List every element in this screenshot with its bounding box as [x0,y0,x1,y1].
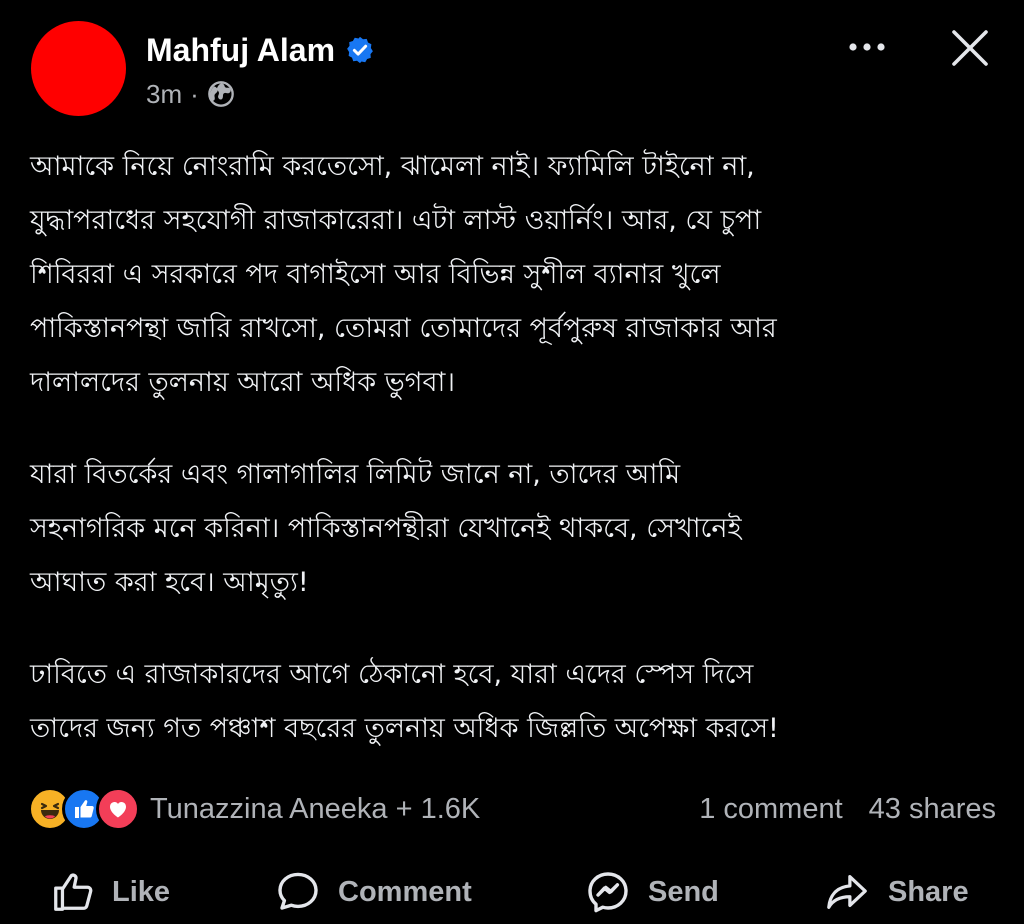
more-options-icon[interactable] [843,30,891,64]
verified-badge-icon [347,36,373,64]
meta-separator: · [190,78,199,109]
share-arrow-icon [827,875,867,909]
post-body: আমাকে নিয়ে নোংরামি করতেসো, ঝামেলা নাই। … [30,140,1000,794]
post-meta: 3m · [146,78,235,110]
comment-button[interactable]: Comment [274,866,472,918]
love-icon [96,787,140,831]
post-timestamp[interactable]: 3m [146,79,182,110]
post-paragraph-3: ঢাবিতে এ রাজাকারদের আগে ঠেকানো হবে, যারা… [30,659,779,744]
messenger-icon [588,872,628,913]
reaction-summary[interactable]: Tunazzina Aneeka + 1.6K [150,793,480,826]
reactions-summary-row: Tunazzina Aneeka + 1.6K 1 comment 43 sha… [28,784,996,834]
post-paragraph-2: যারা বিতর্কের এবং গালাগালির লিমিট জানে ন… [30,459,742,598]
share-label: Share [888,875,969,908]
post-action-bar: Like Comment Send Share [0,860,1024,924]
comment-count[interactable]: 1 comment [699,793,842,826]
share-count[interactable]: 43 shares [869,793,996,826]
like-button[interactable]: Like [50,866,170,918]
send-label: Send [648,875,719,908]
reaction-icons[interactable] [28,787,140,831]
engagement-counts: 1 comment 43 shares [699,793,996,826]
share-button[interactable]: Share [822,866,969,918]
author-avatar[interactable] [31,21,126,116]
author-name[interactable]: Mahfuj Alam [146,32,335,69]
globe-icon[interactable] [207,80,235,108]
like-label: Like [112,875,171,908]
post-paragraph-1: আমাকে নিয়ে নোংরামি করতেসো, ঝামেলা নাই। … [30,151,777,398]
thumbs-up-icon [54,873,93,911]
post-author: Mahfuj Alam [146,28,375,72]
close-icon[interactable] [948,26,992,70]
send-button[interactable]: Send [584,866,719,918]
comment-bubble-icon [278,872,318,910]
comment-label: Comment [338,875,472,908]
